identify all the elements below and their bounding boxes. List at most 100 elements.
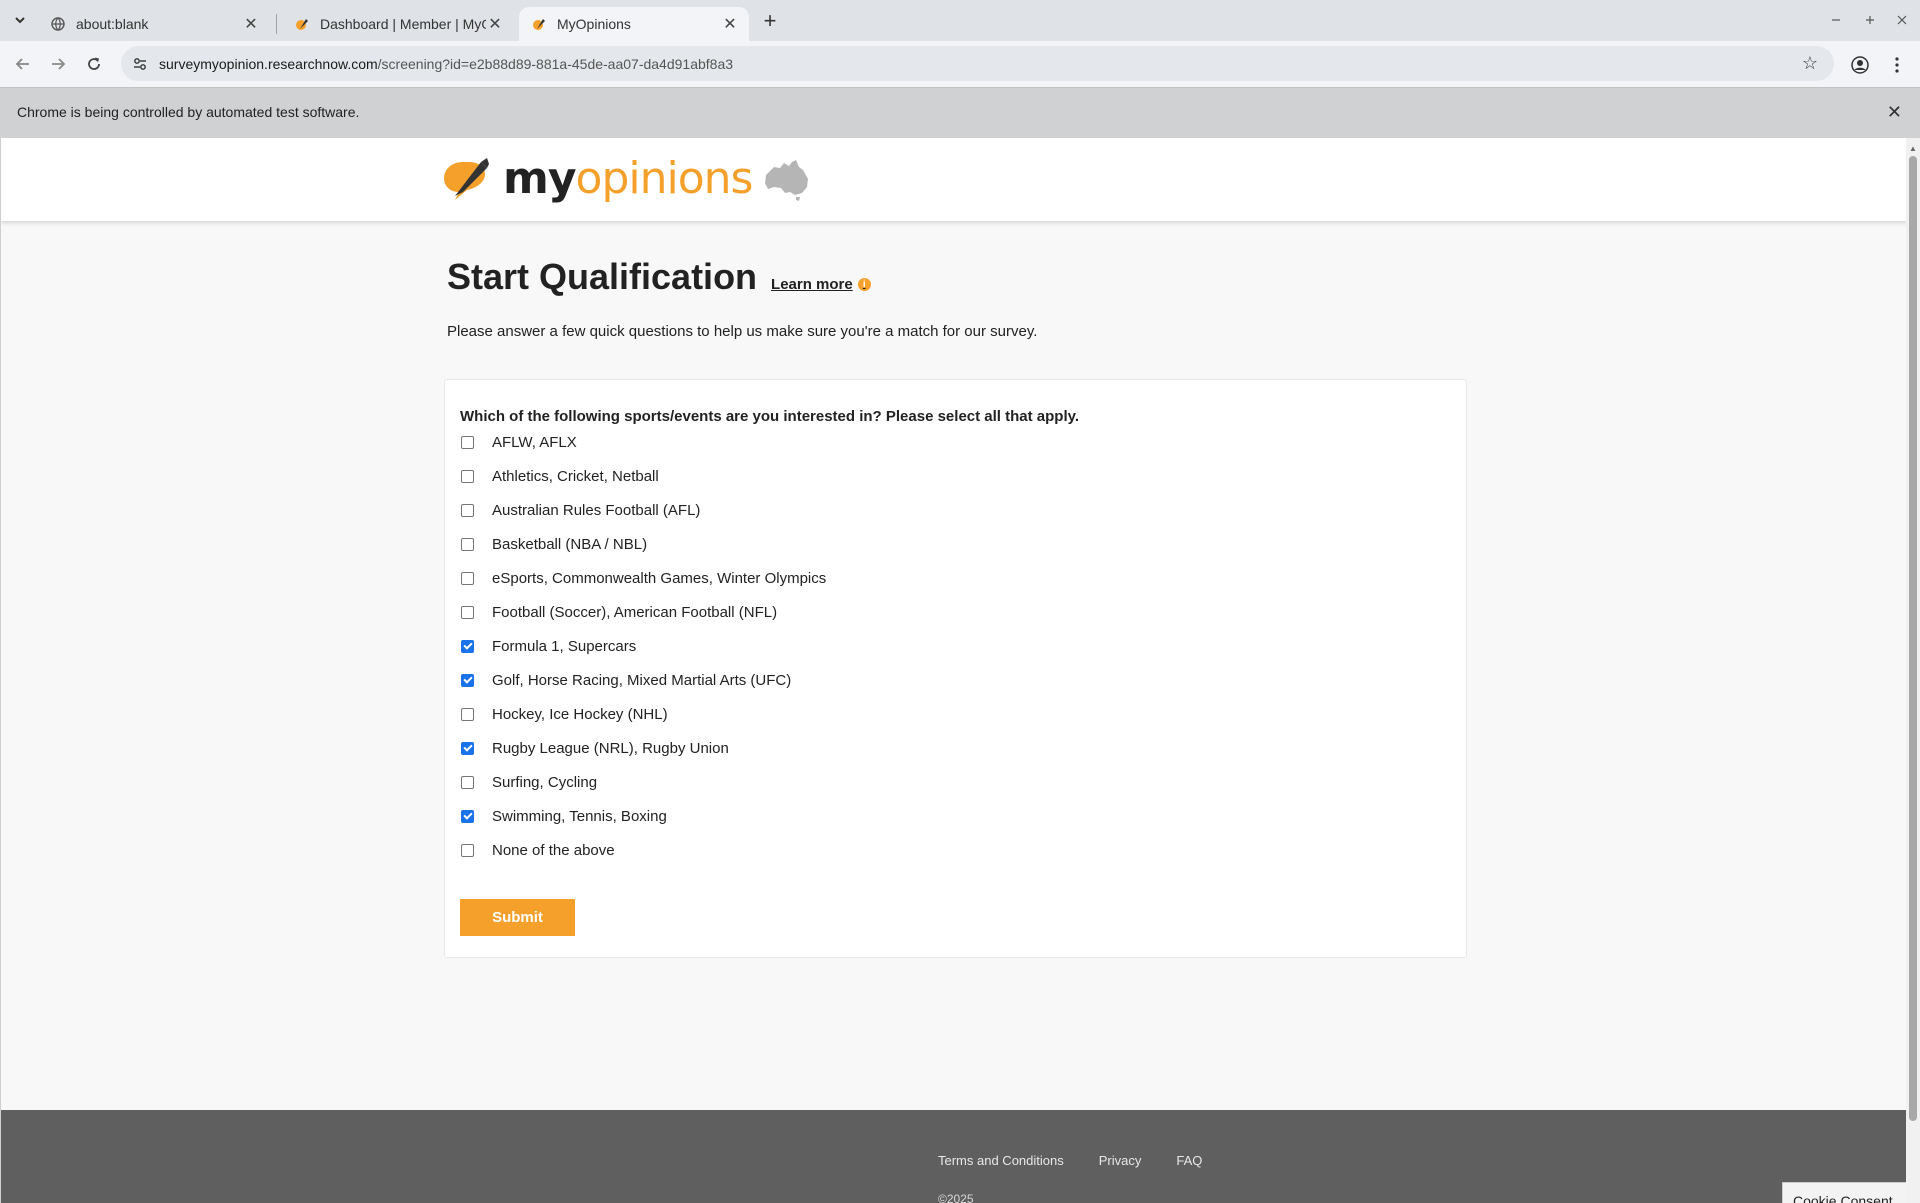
option-label: Golf, Horse Racing, Mixed Martial Arts (…	[492, 671, 792, 689]
url-text: surveymyopinion.researchnow.com/screenin…	[159, 56, 733, 72]
checkbox[interactable]	[461, 503, 474, 517]
option-swimming[interactable]: Swimming, Tennis, Boxing	[461, 806, 667, 826]
learn-more-link[interactable]: Learn more i	[771, 276, 871, 293]
site-settings-icon[interactable]	[129, 53, 151, 75]
arrow-right-icon	[52, 58, 66, 70]
info-icon: i	[857, 278, 871, 291]
australia-map-icon	[765, 159, 809, 201]
terms-link[interactable]: Terms and Conditions	[938, 1153, 1064, 1168]
checkbox[interactable]	[461, 639, 474, 653]
privacy-link[interactable]: Privacy	[1099, 1153, 1142, 1168]
checkbox[interactable]	[461, 605, 474, 619]
close-icon[interactable]: ✕	[721, 15, 739, 33]
checkbox[interactable]	[461, 775, 474, 789]
vertical-scrollbar[interactable]: ▲	[1906, 138, 1920, 1203]
option-afl[interactable]: Australian Rules Football (AFL)	[461, 500, 700, 520]
option-label: Rugby League (NRL), Rugby Union	[492, 739, 729, 757]
option-rugby[interactable]: Rugby League (NRL), Rugby Union	[461, 738, 729, 758]
close-icon[interactable]: ✕	[242, 15, 260, 33]
scroll-up-icon[interactable]: ▲	[1909, 144, 1917, 153]
option-none[interactable]: None of the above	[461, 840, 615, 860]
footer-links: Terms and Conditions Privacy FAQ	[938, 1153, 1237, 1168]
logo-mark-icon	[444, 157, 489, 200]
option-esports[interactable]: eSports, Commonwealth Games, Winter Olym…	[461, 568, 826, 588]
checkbox[interactable]	[461, 435, 474, 449]
maximize-icon	[1866, 16, 1874, 24]
arrow-left-icon	[15, 58, 29, 70]
myopinions-logo[interactable]: myopinions	[441, 153, 812, 204]
checkbox[interactable]	[461, 809, 474, 823]
reload-icon	[88, 57, 100, 70]
tab-search-button[interactable]	[8, 8, 32, 32]
checkbox[interactable]	[461, 741, 474, 755]
main-content: Start Qualification Learn more i Please a…	[447, 256, 1467, 340]
tab-title: MyOpinions	[557, 16, 631, 32]
browser-window: about:blank ✕ Dashboard | Member | MyOp …	[0, 0, 1920, 1203]
option-aflw-aflx[interactable]: AFLW, AFLX	[461, 432, 577, 452]
option-label: None of the above	[492, 841, 615, 859]
tab-title: Dashboard | Member | MyOp	[320, 16, 486, 32]
checkbox[interactable]	[461, 673, 474, 687]
option-athletics[interactable]: Athletics, Cricket, Netball	[461, 466, 659, 486]
checkbox[interactable]	[461, 843, 474, 857]
option-label: Hockey, Ice Hockey (NHL)	[492, 705, 668, 723]
chevron-down-icon	[15, 17, 25, 24]
option-label: Basketball (NBA / NBL)	[492, 535, 648, 553]
minimize-button[interactable]	[1824, 8, 1848, 32]
option-hockey[interactable]: Hockey, Ice Hockey (NHL)	[461, 704, 668, 724]
option-label: Swimming, Tennis, Boxing	[492, 807, 667, 825]
minimize-icon	[1832, 19, 1840, 21]
more-vertical-icon	[1895, 57, 1899, 73]
option-golf[interactable]: Golf, Horse Racing, Mixed Martial Arts (…	[461, 670, 791, 690]
tab-title: about:blank	[76, 16, 149, 32]
faq-link[interactable]: FAQ	[1176, 1153, 1202, 1168]
automation-infobar: Chrome is being controlled by automated …	[0, 87, 1920, 138]
checkbox[interactable]	[461, 469, 474, 483]
site-footer: Terms and Conditions Privacy FAQ ©2025 C…	[1, 1110, 1907, 1203]
option-basketball[interactable]: Basketball (NBA / NBL)	[461, 534, 647, 554]
question-card: Which of the following sports/events are…	[444, 379, 1467, 958]
option-football[interactable]: Football (Soccer), American Football (NF…	[461, 602, 777, 622]
close-icon[interactable]: ✕	[486, 15, 504, 33]
close-icon[interactable]: ✕	[1887, 102, 1902, 123]
option-label: Athletics, Cricket, Netball	[492, 467, 659, 485]
profile-button[interactable]	[1848, 53, 1872, 77]
option-formula-1[interactable]: Formula 1, Supercars	[461, 636, 636, 656]
logo-opinions: opinions	[575, 153, 754, 204]
browser-toolbar: surveymyopinion.researchnow.com/screenin…	[0, 41, 1920, 87]
back-button[interactable]	[10, 51, 36, 77]
forward-button[interactable]	[45, 51, 71, 77]
url-host: surveymyopinion.researchnow.com	[159, 55, 378, 72]
page-title: Start Qualification	[447, 256, 758, 297]
close-window-button[interactable]	[1890, 8, 1914, 32]
maximize-button[interactable]	[1858, 8, 1882, 32]
option-label: Football (Soccer), American Football (NF…	[492, 603, 778, 621]
address-bar[interactable]: surveymyopinion.researchnow.com/screenin…	[121, 46, 1834, 81]
submit-button[interactable]: Submit	[460, 899, 575, 936]
tab-myopinions[interactable]: MyOpinions ✕	[519, 7, 749, 41]
menu-button[interactable]	[1885, 53, 1909, 77]
logo-wordmark: myopinions	[503, 153, 754, 204]
option-surfing[interactable]: Surfing, Cycling	[461, 772, 597, 792]
globe-icon	[50, 16, 66, 32]
profile-icon	[1851, 56, 1869, 74]
checkbox[interactable]	[461, 571, 474, 585]
tab-separator	[276, 14, 277, 34]
tab-dashboard[interactable]: Dashboard | Member | MyOp ✕	[282, 7, 514, 41]
tab-about-blank[interactable]: about:blank ✕	[38, 7, 270, 41]
page-viewport: myopinions Start Qualification Learn mor…	[0, 138, 1920, 1203]
cookie-consent-button[interactable]: Cookie Consent	[1782, 1182, 1907, 1203]
checkbox[interactable]	[461, 707, 474, 721]
reload-button[interactable]	[81, 51, 107, 77]
myopinions-favicon-icon	[294, 16, 310, 32]
option-label: Formula 1, Supercars	[492, 637, 637, 655]
bookmark-star-icon[interactable]: ☆	[1802, 53, 1818, 74]
scrollbar-thumb[interactable]	[1909, 156, 1917, 1121]
logo-my: my	[503, 153, 577, 204]
intro-text: Please answer a few quick questions to h…	[447, 323, 1038, 340]
new-tab-button[interactable]: +	[758, 8, 782, 33]
site-header: myopinions	[1, 138, 1907, 221]
title-row: Start Qualification Learn more i	[447, 256, 1467, 298]
checkbox[interactable]	[461, 537, 474, 551]
learn-more-label: Learn more	[771, 276, 853, 293]
